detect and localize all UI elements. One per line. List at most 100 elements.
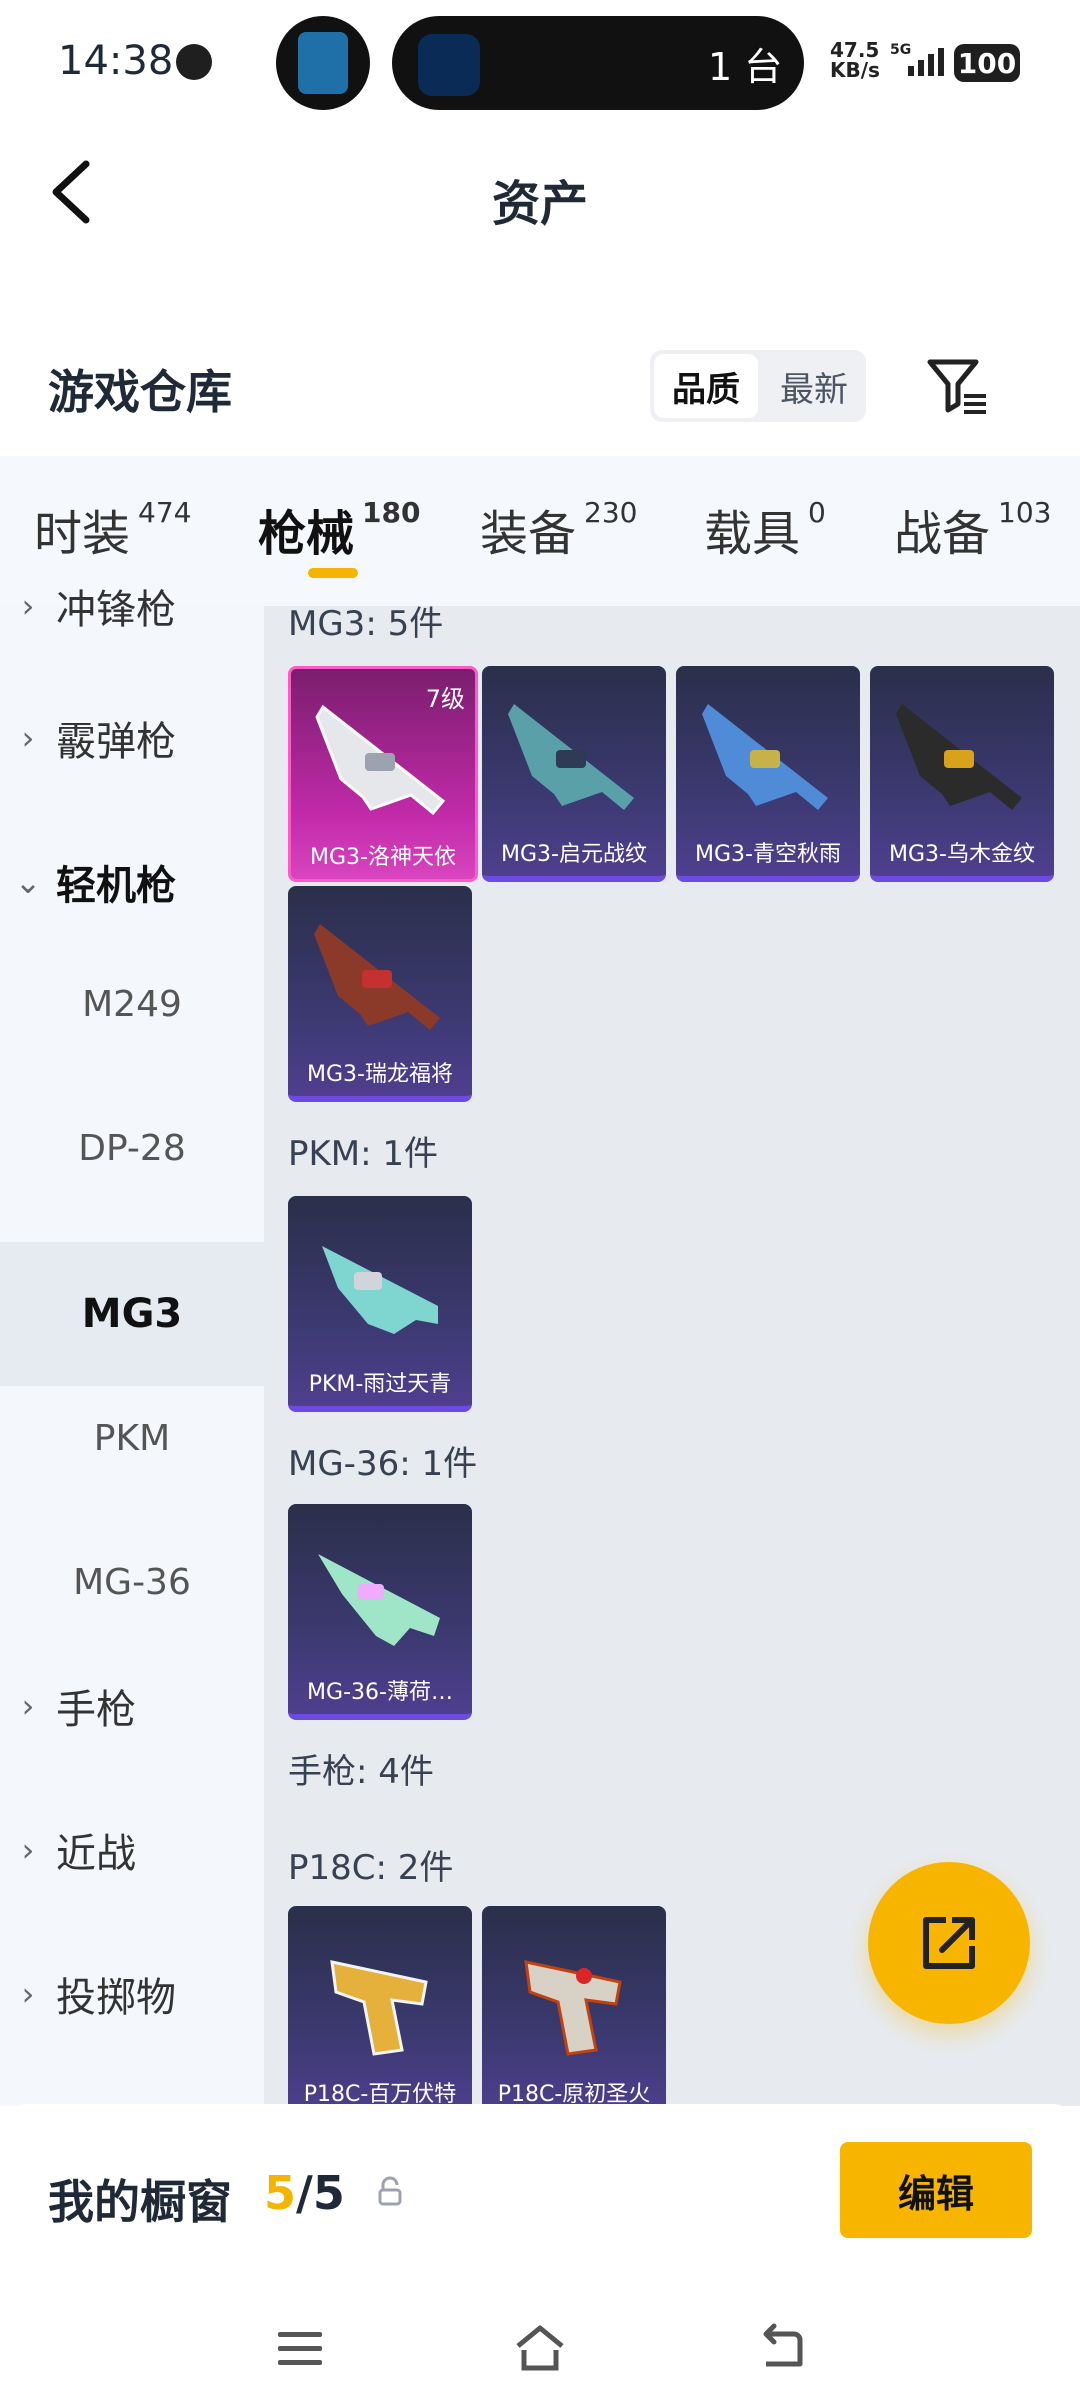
tab-label: 载具 <box>704 506 801 562</box>
tab-label: 战备 <box>894 506 991 562</box>
network-speed-unit: KB/s <box>830 58 880 82</box>
item-card[interactable]: P18C-原初圣火 <box>482 1906 666 2106</box>
sidebar-item-label: 近战 <box>56 1831 136 1877</box>
menu-icon[interactable] <box>272 2320 328 2376</box>
home-icon[interactable] <box>512 2320 568 2376</box>
back-icon[interactable] <box>752 2320 808 2376</box>
sidebar-sub-mg3[interactable]: MG3 <box>0 1242 264 1386</box>
item-card[interactable]: MG3-瑞龙福将 <box>288 886 472 1102</box>
sort-segmented-control[interactable]: 品质 最新 <box>650 350 866 422</box>
battery-indicator: 100 <box>954 44 1020 82</box>
broadcast-icon <box>418 34 480 96</box>
group-label-p18c: P18C: 2件 <box>288 1848 454 1888</box>
item-name: PKM-雨过天青 <box>308 1372 452 1397</box>
share-button[interactable] <box>868 1862 1030 2024</box>
sidebar-item-smg[interactable]: › 冲锋枪 <box>0 584 264 628</box>
page-title: 资产 <box>491 176 588 232</box>
sidebar-item-label: 手枪 <box>56 1687 136 1733</box>
item-name: MG3-洛神天依 <box>310 845 456 870</box>
sidebar-sub-mg36[interactable]: MG-36 <box>0 1562 264 1603</box>
network-type: 5G <box>890 42 911 58</box>
tab-label: 装备 <box>480 506 577 562</box>
tab-count: 474 <box>138 496 192 529</box>
tab-supplies[interactable]: 战备 103 <box>894 494 1051 564</box>
sidebar-item-shotgun[interactable]: › 霰弹枪 <box>0 698 264 778</box>
chevron-right-icon: › <box>21 719 35 757</box>
showcase-title: 我的橱窗 <box>48 2175 232 2229</box>
chevron-right-icon: › <box>21 1831 35 1869</box>
tab-firearms[interactable]: 枪械 180 <box>258 494 420 564</box>
item-card[interactable]: MG-36-薄荷… <box>288 1504 472 1720</box>
group-label-pkm: PKM: 1件 <box>288 1134 439 1174</box>
globe-icon <box>176 44 212 80</box>
item-card[interactable]: P18C-百万伏特 <box>288 1906 472 2106</box>
chevron-right-icon: › <box>21 1687 35 1725</box>
item-card[interactable]: MG3-启元战纹 <box>482 666 666 882</box>
sidebar-sub-pkm[interactable]: PKM <box>0 1418 264 1459</box>
tab-equipment[interactable]: 装备 230 <box>480 494 637 564</box>
sidebar-item-lmg[interactable]: ⌄ 轻机枪 <box>0 842 264 922</box>
showcase-current: 5 <box>264 2166 297 2220</box>
tab-vehicles[interactable]: 载具 0 <box>704 494 826 564</box>
sidebar-sub-dp28[interactable]: DP-28 <box>0 1128 264 1169</box>
lmg-image <box>314 924 440 1030</box>
tab-count: 0 <box>808 496 826 529</box>
group-label-pistol: 手枪: 4件 <box>288 1752 434 1792</box>
sidebar-item-pistol[interactable]: › 手枪 <box>0 1666 264 1746</box>
tab-count: 230 <box>584 496 638 529</box>
edit-button[interactable]: 编辑 <box>840 2142 1032 2238</box>
tab-fashion[interactable]: 时装 474 <box>34 494 191 564</box>
sort-quality[interactable]: 品质 <box>654 354 758 418</box>
active-tab-indicator <box>308 568 358 578</box>
item-name: P18C-百万伏特 <box>303 2082 457 2106</box>
tab-count: 103 <box>998 496 1052 529</box>
item-card[interactable]: 7级 MG3-洛神天依 <box>288 666 478 882</box>
signal-icon: 5G <box>890 42 944 76</box>
level-badge: 7级 <box>425 685 465 713</box>
item-name: MG3-瑞龙福将 <box>307 1062 453 1087</box>
pistol-image <box>330 1960 428 2056</box>
group-label-mg36: MG-36: 1件 <box>288 1444 478 1484</box>
showcase-total: /5 <box>296 2166 345 2220</box>
sidebar-item-label: 霰弹枪 <box>56 719 176 765</box>
sidebar-item-melee[interactable]: › 近战 <box>0 1810 264 1890</box>
tab-count: 180 <box>362 496 421 529</box>
item-name: MG-36-薄荷… <box>307 1680 453 1705</box>
item-card[interactable]: PKM-雨过天青 <box>288 1196 472 1412</box>
lmg-image <box>322 1246 438 1334</box>
item-name: P18C-原初圣火 <box>497 2082 651 2106</box>
island-text: 1 台 <box>708 45 783 89</box>
tab-label: 枪械 <box>258 506 355 562</box>
filter-icon[interactable] <box>924 352 990 418</box>
item-name: MG3-青空秋雨 <box>695 842 841 867</box>
warehouse-title: 游戏仓库 <box>48 365 232 419</box>
sidebar-item-label: 轻机枪 <box>56 863 176 909</box>
lmg-image <box>896 704 1022 810</box>
sidebar-item-throwable[interactable]: › 投掷物 <box>0 1954 264 2034</box>
book-app-icon <box>298 32 348 94</box>
item-name: MG3-启元战纹 <box>501 842 647 867</box>
lmg-image <box>702 704 828 810</box>
tab-label: 时装 <box>34 506 131 562</box>
weapon-category-sidebar: › 冲锋枪 › 霰弹枪 ⌄ 轻机枪 M249 DP-28 MG3 PKM MG-… <box>0 587 264 2106</box>
chevron-right-icon: › <box>21 1975 35 2013</box>
status-time: 14:38 <box>58 38 174 84</box>
sidebar-sub-m249[interactable]: M249 <box>0 984 264 1025</box>
chevron-right-icon: › <box>21 587 35 625</box>
network-speed-value: 47.5 <box>830 38 880 62</box>
item-name: MG3-乌木金纹 <box>889 842 1035 867</box>
sidebar-item-label: 冲锋枪 <box>56 587 176 628</box>
pistol-image <box>524 1960 622 2056</box>
sidebar-item-label: 投掷物 <box>56 1975 176 2021</box>
lmg-image <box>508 704 634 810</box>
showcase-count: 5/5 <box>264 2166 345 2220</box>
item-card[interactable]: MG3-青空秋雨 <box>676 666 860 882</box>
group-label-mg3: MG3: 5件 <box>288 606 444 644</box>
item-card[interactable]: MG3-乌木金纹 <box>870 666 1054 882</box>
sort-newest[interactable]: 最新 <box>762 350 866 422</box>
lock-icon <box>378 2176 402 2206</box>
chevron-down-icon: ⌄ <box>14 863 42 901</box>
share-icon <box>923 1917 975 1969</box>
network-speed: 47.5 KB/s <box>830 40 880 80</box>
rifle-image <box>318 1554 440 1646</box>
